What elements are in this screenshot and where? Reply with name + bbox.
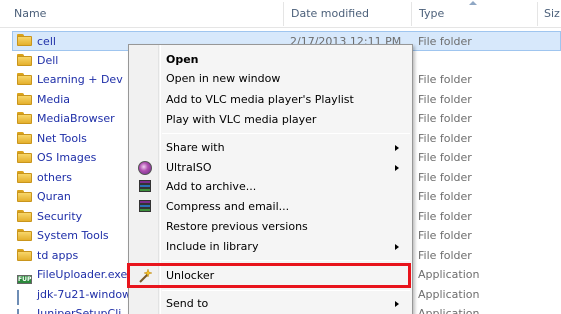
menu-item-send-to[interactable]: Send to [131, 294, 411, 314]
file-type: File folder [418, 249, 472, 262]
menu-item-include-in-library[interactable]: Include in library [131, 237, 411, 257]
file-type: Application [418, 268, 480, 281]
menu-item-label: Open in new window [166, 72, 281, 85]
folder-icon [17, 190, 32, 203]
menu-item-label: Open [166, 53, 199, 66]
menu-item-label: Compress and email... [166, 200, 290, 213]
file-name: Security [37, 210, 83, 223]
submenu-arrow-icon [395, 244, 399, 250]
file-name: JuniperSetupCli [37, 307, 122, 314]
folder-icon [17, 151, 32, 164]
file-name: Net Tools [37, 132, 87, 145]
menu-item-label: Add to archive... [166, 180, 257, 193]
file-name: Quran [37, 190, 71, 203]
file-type: File folder [418, 93, 472, 106]
column-divider[interactable] [283, 2, 284, 26]
folder-icon [17, 249, 32, 262]
menu-item-vlc-play[interactable]: Play with VLC media player [131, 110, 411, 130]
menu-item-label: Include in library [166, 240, 259, 253]
file-type: File folder [418, 35, 472, 48]
file-name: System Tools [37, 229, 109, 242]
menu-item-label: Add to VLC media player's Playlist [166, 93, 354, 106]
file-name: Dell [37, 54, 59, 67]
menu-item-ultraiso[interactable]: UltraISO [131, 158, 411, 178]
file-type: File folder [418, 210, 472, 223]
menu-separator [162, 290, 410, 291]
file-type: Application [418, 288, 480, 301]
file-type: File folder [418, 132, 472, 145]
menu-item-open-new-window[interactable]: Open in new window [131, 69, 411, 89]
column-size[interactable]: Siz [544, 0, 560, 28]
folder-icon [17, 93, 32, 106]
menu-item-label: UltraISO [166, 161, 212, 174]
submenu-arrow-icon [395, 301, 399, 307]
submenu-arrow-icon [395, 145, 399, 151]
column-name[interactable]: Name [14, 0, 46, 28]
folder-icon [17, 73, 32, 86]
menu-item-label: Share with [166, 141, 225, 154]
folder-icon [17, 112, 32, 125]
menu-item-add-to-archive[interactable]: Add to archive... [131, 177, 411, 197]
submenu-arrow-icon [395, 165, 399, 171]
file-name: Media [37, 93, 71, 106]
winrar-icon [137, 179, 153, 195]
column-date-modified[interactable]: Date modified [291, 0, 369, 28]
file-type: File folder [418, 229, 472, 242]
menu-separator [162, 260, 410, 261]
menu-item-open[interactable]: Open [131, 50, 411, 70]
menu-item-label: Play with VLC media player [166, 113, 317, 126]
menu-item-label: Send to [166, 297, 209, 310]
highlight-annotation-box [127, 263, 411, 288]
menu-item-share-with[interactable]: Share with [131, 138, 411, 158]
menu-item-label: Restore previous versions [166, 220, 308, 233]
menu-item-compress-email[interactable]: Compress and email... [131, 197, 411, 217]
folder-icon [17, 54, 32, 67]
file-type: File folder [418, 151, 472, 164]
folder-icon [17, 132, 32, 145]
ultraiso-icon [137, 160, 153, 176]
winrar-icon [137, 199, 153, 215]
folder-icon [17, 210, 32, 223]
file-name: OS Images [37, 151, 97, 164]
fup-app-icon: FUP [17, 275, 33, 284]
file-type: File folder [418, 190, 472, 203]
column-type[interactable]: Type [419, 0, 444, 28]
file-type: File folder [418, 171, 472, 184]
menu-separator [162, 133, 410, 134]
column-divider[interactable] [537, 2, 538, 26]
column-header: Name Date modified Type Siz [0, 0, 561, 28]
file-name: cell [37, 35, 56, 48]
file-name: td apps [37, 249, 79, 262]
menu-item-vlc-add-playlist[interactable]: Add to VLC media player's Playlist [131, 90, 411, 110]
file-name: FileUploader.exe [37, 268, 128, 281]
file-type: File folder [418, 112, 472, 125]
folder-icon [17, 34, 32, 47]
installer-icon [17, 288, 32, 305]
column-divider[interactable] [411, 2, 412, 26]
sort-ascending-icon [469, 1, 477, 5]
folder-icon [17, 229, 32, 242]
file-type: File folder [418, 73, 472, 86]
file-type: Application [418, 307, 480, 314]
folder-icon [17, 171, 32, 184]
menu-item-restore-previous[interactable]: Restore previous versions [131, 217, 411, 237]
file-name: Learning + Dev [37, 73, 123, 86]
file-name: others [37, 171, 73, 184]
file-name: jdk-7u21-window [37, 288, 132, 301]
installer-icon [17, 307, 32, 314]
file-name: MediaBrowser [37, 112, 115, 125]
